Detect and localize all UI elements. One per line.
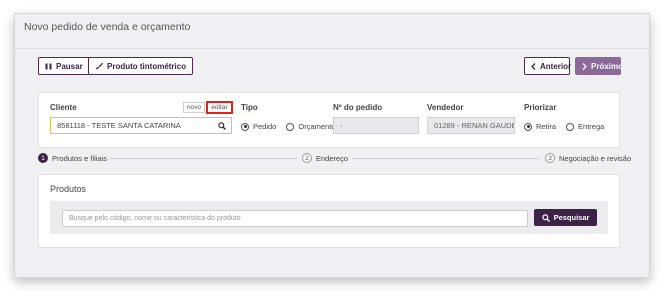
search-products-button[interactable]: Pesquisar bbox=[534, 209, 597, 226]
vendedor-field: 01289 - RENAN GAUDEN bbox=[427, 117, 515, 134]
numero-pedido-label: Nº do pedido bbox=[333, 103, 383, 112]
vendedor-label: Vendedor bbox=[427, 103, 464, 112]
cliente-label: Cliente bbox=[50, 103, 77, 112]
priorizar-retira-radio[interactable] bbox=[524, 122, 532, 131]
tipo-pedido-radio[interactable] bbox=[241, 122, 249, 131]
step-address[interactable]: 2 Endereço bbox=[302, 153, 348, 163]
priorizar-radio-group: Retira Entrega bbox=[524, 122, 604, 131]
step-connector-2 bbox=[352, 158, 539, 159]
chevron-right-icon bbox=[582, 62, 587, 70]
tipo-orcamento-label: Orçamento bbox=[298, 122, 336, 131]
chevron-left-icon bbox=[531, 62, 536, 70]
step-2-number: 2 bbox=[302, 153, 312, 163]
products-title: Produtos bbox=[50, 184, 87, 194]
brush-icon bbox=[95, 62, 103, 70]
next-button-label: Próximo bbox=[591, 61, 624, 71]
tipo-label: Tipo bbox=[241, 103, 258, 112]
tint-product-label: Produto tintométrico bbox=[107, 61, 187, 71]
pause-icon bbox=[45, 63, 52, 70]
step-1-label: Produtos e filiais bbox=[52, 153, 108, 163]
step-negotiation[interactable]: 3 Negociação e revisão bbox=[545, 153, 631, 163]
page-title: Novo pedido de venda e orçamento bbox=[24, 21, 191, 33]
search-products-label: Pesquisar bbox=[553, 213, 590, 222]
tipo-pedido-label: Pedido bbox=[253, 122, 277, 131]
novo-button[interactable]: novo bbox=[183, 102, 205, 113]
tipo-orcamento-radio[interactable] bbox=[286, 122, 295, 131]
cliente-value: 8581118 - TESTE SANTA CATARINA bbox=[57, 121, 181, 130]
step-products[interactable]: 1 Produtos e filiais bbox=[38, 153, 107, 163]
previous-button-label: Anterior bbox=[540, 61, 572, 71]
header-divider bbox=[14, 48, 650, 49]
next-button[interactable]: Próximo bbox=[575, 57, 624, 75]
numero-pedido-field: - bbox=[333, 117, 419, 134]
cliente-field[interactable]: 8581118 - TESTE SANTA CATARINA bbox=[50, 117, 232, 134]
priorizar-retira-label: Retira bbox=[536, 122, 557, 131]
step-connector-1 bbox=[110, 158, 297, 159]
pause-button[interactable]: Pausar bbox=[38, 57, 90, 75]
step-1-number: 1 bbox=[38, 153, 48, 163]
tint-product-button[interactable]: Produto tintométrico bbox=[88, 57, 194, 75]
step-2-label: Endereço bbox=[316, 153, 349, 163]
search-icon[interactable] bbox=[218, 122, 226, 130]
product-search-input[interactable]: Busque pelo código, nome ou característi… bbox=[62, 210, 528, 227]
step-3-number: 3 bbox=[545, 153, 555, 163]
editar-button[interactable]: editar bbox=[206, 101, 233, 114]
priorizar-entrega-radio[interactable] bbox=[566, 122, 575, 131]
tipo-radio-group: Pedido Orçamento bbox=[241, 122, 335, 131]
step-3-label: Negociação e revisão bbox=[559, 153, 632, 163]
priorizar-label: Priorizar bbox=[524, 103, 557, 112]
priorizar-entrega-label: Entrega bbox=[578, 122, 605, 131]
previous-button[interactable]: Anterior bbox=[524, 57, 572, 75]
search-icon bbox=[541, 213, 550, 222]
pause-button-label: Pausar bbox=[56, 61, 83, 71]
